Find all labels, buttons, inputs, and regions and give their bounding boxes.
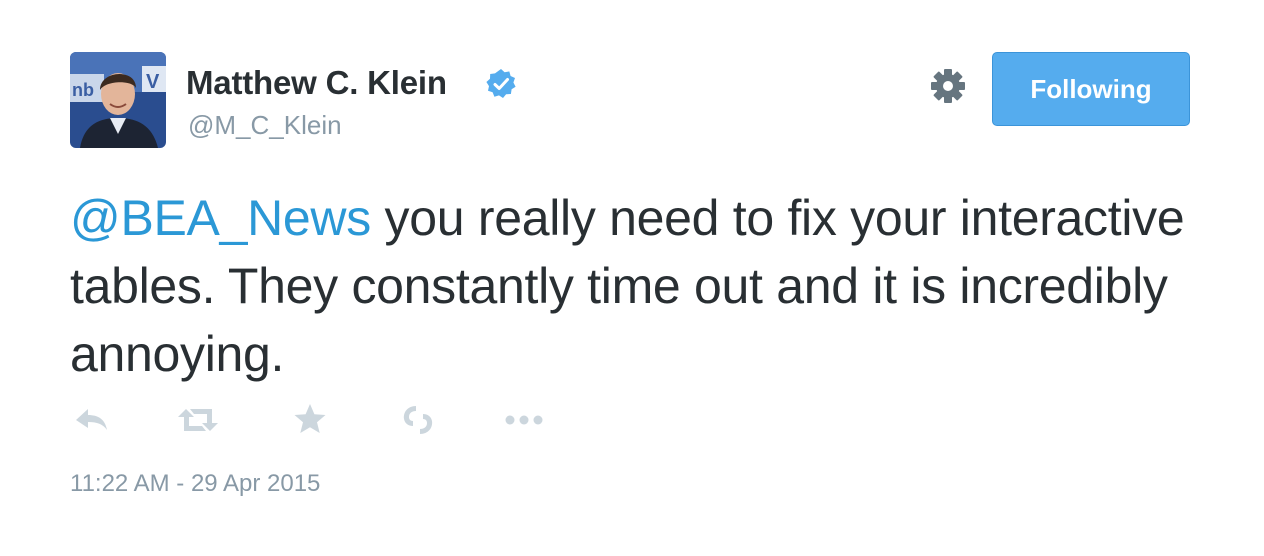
more-button[interactable]	[502, 400, 543, 440]
retweet-icon	[178, 409, 218, 431]
tweet-text: @BEA_News you really need to fix your in…	[70, 184, 1190, 388]
mention-link[interactable]: @BEA_News	[70, 190, 371, 246]
avatar[interactable]: nb V	[70, 52, 166, 148]
reply-icon	[76, 409, 107, 430]
retweet-button[interactable]	[176, 400, 218, 440]
tweetdeck-button[interactable]	[398, 400, 438, 440]
svg-text:nb: nb	[72, 80, 94, 100]
author-handle[interactable]: @M_C_Klein	[188, 110, 342, 141]
tweetdeck-icon	[403, 406, 433, 434]
gear-icon[interactable]	[930, 68, 966, 104]
following-button[interactable]: Following	[992, 52, 1190, 126]
favorite-star-icon	[294, 404, 326, 433]
tweet-card: nb V Matthew C. Klein @M_C_Klein Followi…	[0, 0, 1264, 556]
more-dots-icon	[505, 415, 543, 425]
author-name[interactable]: Matthew C. Klein	[186, 64, 447, 102]
favorite-button[interactable]	[290, 400, 330, 440]
verified-badge-icon	[486, 69, 516, 98]
tweet-timestamp[interactable]: 11:22 AM - 29 Apr 2015	[70, 470, 320, 498]
svg-text:V: V	[146, 71, 160, 93]
reply-button[interactable]	[72, 400, 112, 440]
